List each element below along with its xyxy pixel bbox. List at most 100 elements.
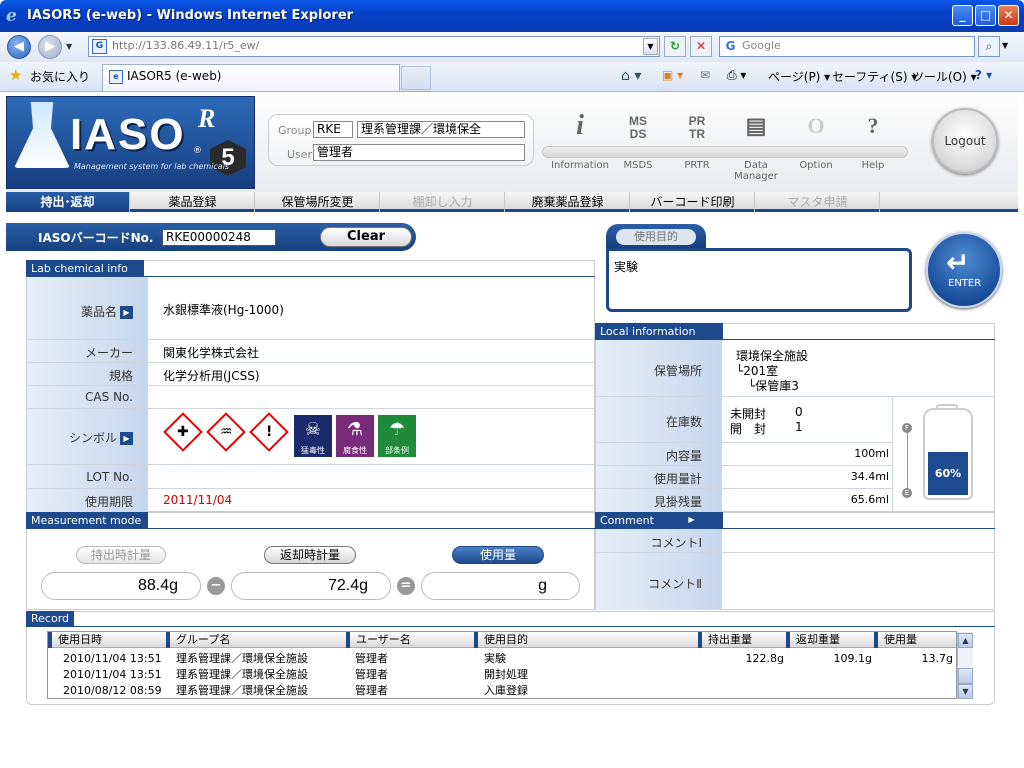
user-label: User xyxy=(287,148,313,161)
tools-menu[interactable]: ツール(O) ▾ xyxy=(912,68,977,85)
minimize-button[interactable]: _ xyxy=(952,5,973,26)
address-url[interactable]: http://133.86.49.11/r5_ew/ xyxy=(112,39,259,52)
col-group[interactable]: グループ名 xyxy=(166,632,346,648)
home-icon[interactable]: ⌂ ▾ xyxy=(621,68,641,84)
row-divider xyxy=(27,488,594,489)
information-button[interactable]: i Information xyxy=(550,112,610,172)
close-button[interactable]: ✕ xyxy=(998,5,1019,26)
maker-value: 関東化学株式会社 xyxy=(163,346,260,360)
col-usage[interactable]: 使用量 xyxy=(874,632,956,648)
comment-arrow-icon[interactable]: ▶ xyxy=(685,513,698,526)
usage-weight-field[interactable]: g xyxy=(421,572,580,600)
clear-button[interactable]: Clear xyxy=(320,227,412,247)
scroll-thumb[interactable] xyxy=(958,668,973,684)
plant-icon: ☂ 部条例 xyxy=(378,415,416,457)
row-divider xyxy=(27,339,594,340)
tab-disposal[interactable]: 廃棄薬品登録 xyxy=(506,192,630,212)
col-user[interactable]: ユーザー名 xyxy=(346,632,474,648)
opened-label: 開 封 xyxy=(730,422,767,436)
lot-label: LOT No. xyxy=(86,470,133,484)
option-button[interactable]: O Option xyxy=(786,112,846,171)
col-date[interactable]: 使用日時 xyxy=(48,632,166,648)
purpose-text[interactable]: 実験 xyxy=(614,258,638,275)
forward-button[interactable]: ▶ xyxy=(38,35,62,59)
purpose-textarea[interactable] xyxy=(606,248,912,312)
header-rule xyxy=(144,276,595,277)
refresh-button[interactable]: ↻ xyxy=(664,36,686,57)
print-icon[interactable]: ⎙ ▾ xyxy=(727,68,746,83)
cell-group: 理系管理課／環境保全施設 xyxy=(176,684,308,697)
symbol-label[interactable]: シンボル ▶ xyxy=(27,429,133,446)
col-purpose[interactable]: 使用目的 xyxy=(474,632,698,648)
corrosive-icon: ⚗ 腐食性 xyxy=(336,415,374,457)
checkout-weight-field[interactable]: 88.4g xyxy=(41,572,201,600)
cell-user: 管理者 xyxy=(355,652,388,665)
comment-2-field[interactable] xyxy=(724,554,994,609)
comment-1-field[interactable] xyxy=(724,530,994,551)
scroll-down-button[interactable]: ▼ xyxy=(958,684,973,699)
measurement-header: Measurement mode xyxy=(26,512,148,529)
msds-button[interactable]: MS DS MSDS xyxy=(608,112,668,172)
scroll-up-button[interactable]: ▲ xyxy=(958,633,973,648)
bottle-level: 60% xyxy=(928,452,968,495)
msds-icon: MS DS xyxy=(629,114,647,141)
comment-1-label: コメントⅠ xyxy=(650,536,702,550)
page-icon: G xyxy=(92,39,107,54)
data-manager-label: Data Manager xyxy=(734,160,778,182)
cell-group: 理系管理課／環境保全施設 xyxy=(176,652,308,665)
table-row[interactable]: 2010/11/04 13:51 理系管理課／環境保全施設 管理者 実験 122… xyxy=(48,651,956,667)
option-label: Option xyxy=(799,160,833,171)
data-manager-button[interactable]: ▤ Data Manager xyxy=(726,112,786,182)
tab-barcode-print[interactable]: バーコード印刷 xyxy=(631,192,755,212)
chem-name-label[interactable]: 薬品名 ▶ xyxy=(27,303,133,320)
table-row[interactable]: 2010/11/04 13:51 理系管理課／環境保全施設 管理者 開封処理 xyxy=(48,667,956,683)
corrosive-label: 腐食性 xyxy=(343,446,367,455)
chem-name-arrow-icon[interactable]: ▶ xyxy=(120,306,133,319)
cell-purpose: 入庫登録 xyxy=(484,684,528,697)
record-header: Record xyxy=(26,611,74,627)
col-checkout-weight[interactable]: 持出重量 xyxy=(698,632,786,648)
cell-return-weight: 109.1g xyxy=(833,652,872,665)
logo-text: IASO xyxy=(70,110,186,159)
return-weight-field[interactable]: 72.4g xyxy=(231,572,391,600)
favorites-star-icon[interactable]: ★ xyxy=(9,66,22,84)
purpose-tab: 使用目的 xyxy=(606,224,706,248)
symbol-arrow-icon[interactable]: ▶ xyxy=(120,432,133,445)
stop-button[interactable]: ✕ xyxy=(690,36,712,57)
expiry-label: 使用期限 xyxy=(84,495,133,509)
ghs-environment-icon: ♒ xyxy=(206,412,246,452)
search-dropdown-icon[interactable]: ▼ xyxy=(1002,41,1008,50)
safety-menu[interactable]: セーフティ(S) ▾ xyxy=(832,68,917,85)
address-dropdown-icon[interactable]: ▼ xyxy=(643,38,658,55)
help-button[interactable]: ? Help xyxy=(843,112,903,171)
logout-button[interactable]: Logout xyxy=(932,108,998,174)
row-divider xyxy=(27,362,594,363)
help-label: Help xyxy=(861,160,885,171)
col-return-weight[interactable]: 返却重量 xyxy=(786,632,874,648)
new-tab-button[interactable] xyxy=(401,66,431,90)
history-dropdown-icon[interactable]: ▼ xyxy=(66,42,72,51)
maximize-button[interactable]: □ xyxy=(975,5,996,26)
return-weigh-button[interactable]: 返却時計量 xyxy=(264,546,356,564)
page-menu[interactable]: ページ(P) ▾ xyxy=(768,68,830,85)
feeds-icon[interactable]: ▣ ▾ xyxy=(662,68,683,82)
cell-usage xyxy=(874,683,953,699)
tab-master-request[interactable]: マスタ申請 xyxy=(756,192,880,212)
browser-tab-title[interactable]: IASOR5 (e-web) xyxy=(127,69,222,83)
table-row[interactable]: 2010/08/12 08:59 理系管理課／環境保全施設 管理者 入庫登録 xyxy=(48,683,956,699)
back-button[interactable]: ◀ xyxy=(7,35,31,59)
header-rule xyxy=(723,339,995,340)
tab-checkout-return[interactable]: 持出･返却 xyxy=(6,192,130,212)
tab-chemical-register[interactable]: 薬品登録 xyxy=(131,192,255,212)
checkout-weigh-button[interactable]: 持出時計量 xyxy=(76,546,166,564)
tab-location-change[interactable]: 保管場所変更 xyxy=(256,192,380,212)
prtr-button[interactable]: PR TR PRTR xyxy=(667,112,727,172)
favorites-button[interactable]: お気に入り xyxy=(30,68,90,85)
enter-arrow-icon: ↵ xyxy=(946,246,970,279)
help-icon[interactable]: ? ▾ xyxy=(975,68,992,82)
search-button[interactable]: ⌕ xyxy=(978,36,1000,57)
tab-inventory[interactable]: 棚卸し入力 xyxy=(381,192,505,212)
ghs-exclamation-icon: ! xyxy=(249,412,289,452)
mail-icon[interactable]: ✉ xyxy=(700,68,710,82)
barcode-input[interactable]: RKE00000248 xyxy=(162,229,276,246)
